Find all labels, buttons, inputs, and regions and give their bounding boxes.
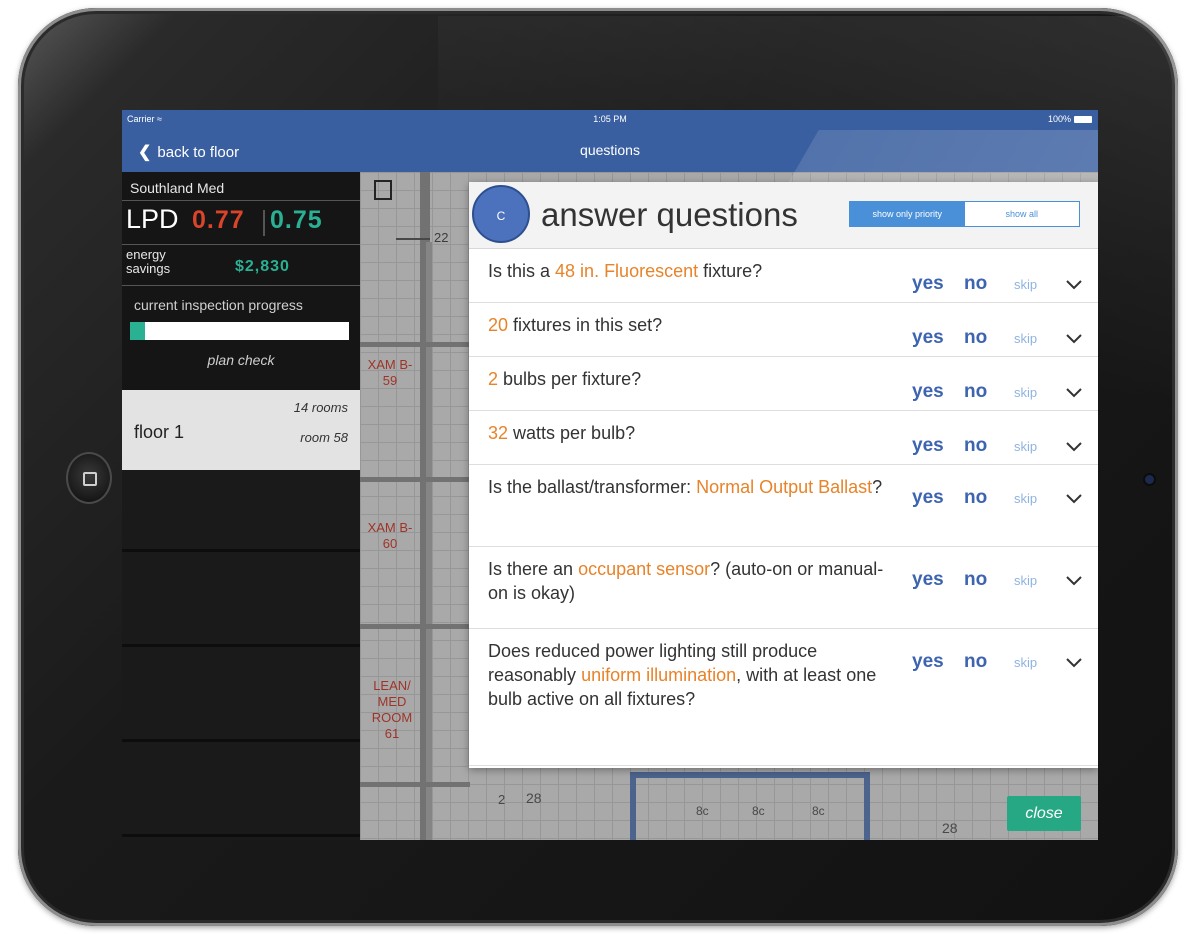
- question-text: Does reduced power lighting still produc…: [488, 639, 898, 711]
- home-button[interactable]: [66, 452, 112, 504]
- sidebar: Southland Med LPD 0.77 0.75 energy savin…: [122, 172, 360, 840]
- questions-panel: C answer questions show only priority sh…: [469, 182, 1098, 768]
- battery-icon: [1074, 115, 1092, 123]
- panel-title: answer questions: [541, 196, 798, 233]
- progress-label: current inspection progress: [134, 297, 303, 313]
- question-row: 2 bulbs per fixture? yes no skip: [469, 357, 1098, 411]
- current-room: room 58: [300, 430, 348, 445]
- question-text: Is this a 48 in. Fluorescent fixture?: [488, 259, 898, 283]
- answer-skip-button[interactable]: skip: [1014, 491, 1037, 506]
- energy-savings-label: energy savings: [126, 247, 171, 276]
- chevron-down-icon[interactable]: [1065, 571, 1083, 589]
- lpd-current-value: 0.77: [192, 206, 245, 234]
- answer-no-button[interactable]: no: [964, 487, 987, 509]
- question-row: Is this a 48 in. Fluorescent fixture? yes…: [469, 249, 1098, 303]
- answer-yes-button[interactable]: yes: [912, 381, 944, 403]
- app-screen: 22 XAM B- 59 XAM B- 60 LEAN/ MED ROOM 61…: [122, 110, 1098, 840]
- inspection-progress-bar: [130, 322, 349, 340]
- answer-skip-button[interactable]: skip: [1014, 331, 1037, 346]
- answer-yes-button[interactable]: yes: [912, 273, 944, 295]
- chevron-down-icon[interactable]: [1065, 275, 1083, 293]
- question-fragment: Is the ballast/transformer:: [488, 477, 697, 497]
- filter-all-button[interactable]: show all: [964, 202, 1079, 226]
- question-fragment: fixtures in this set?: [508, 315, 663, 335]
- home-square-icon: [83, 472, 97, 486]
- chevron-down-icon[interactable]: [1065, 437, 1083, 455]
- filter-toggle: show only priority show all: [849, 201, 1080, 227]
- answer-skip-button[interactable]: skip: [1014, 277, 1037, 292]
- energy-savings-value: $2,830: [235, 258, 290, 275]
- close-button[interactable]: close: [1007, 796, 1081, 831]
- camera-icon: [1145, 475, 1154, 484]
- divider: [263, 210, 265, 236]
- question-row: Is there an occupant sensor? (auto-on or…: [469, 547, 1098, 629]
- question-fragment: bulbs per fixture?: [498, 369, 642, 389]
- filter-priority-button[interactable]: show only priority: [850, 202, 965, 226]
- chevron-down-icon[interactable]: [1065, 653, 1083, 671]
- answer-no-button[interactable]: no: [964, 273, 987, 295]
- floor-card[interactable]: floor 1 14 rooms room 58: [122, 390, 360, 470]
- panel-header: C answer questions show only priority sh…: [469, 182, 1098, 249]
- answer-no-button[interactable]: no: [964, 651, 987, 673]
- category-badge: C: [472, 185, 530, 243]
- question-text: Is there an occupant sensor? (auto-on or…: [488, 557, 898, 605]
- answer-yes-button[interactable]: yes: [912, 569, 944, 591]
- summary-panel: Southland Med LPD 0.77 0.75 energy savin…: [122, 172, 360, 390]
- answer-yes-button[interactable]: yes: [912, 487, 944, 509]
- question-text: 32 watts per bulb?: [488, 421, 898, 445]
- battery-percent: 100%: [1047, 114, 1071, 124]
- question-row: Is the ballast/transformer: Normal Outpu…: [469, 465, 1098, 547]
- chevron-down-icon[interactable]: [1065, 489, 1083, 507]
- answer-skip-button[interactable]: skip: [1014, 439, 1037, 454]
- lpd-label: LPD: [126, 204, 179, 234]
- question-row: 32 watts per bulb? yes no skip: [469, 411, 1098, 465]
- question-list: Is this a 48 in. Fluorescent fixture? yes…: [469, 249, 1098, 766]
- answer-yes-button[interactable]: yes: [912, 435, 944, 457]
- answer-no-button[interactable]: no: [964, 381, 987, 403]
- answer-yes-button[interactable]: yes: [912, 327, 944, 349]
- answer-no-button[interactable]: no: [964, 435, 987, 457]
- facility-name: Southland Med: [130, 180, 225, 196]
- battery-indicator: 100%: [1048, 114, 1092, 124]
- question-fragment: watts per bulb?: [508, 423, 636, 443]
- answer-skip-button[interactable]: skip: [1014, 573, 1037, 588]
- question-fragment: fixture?: [698, 261, 763, 281]
- chevron-down-icon[interactable]: [1065, 329, 1083, 347]
- status-bar: Carrier ≈ 1:05 PM 100%: [122, 110, 1098, 130]
- nav-title: questions: [580, 142, 640, 158]
- nav-bar: ❮ back to floor questions: [122, 130, 1098, 192]
- floor-name: floor 1: [134, 422, 185, 442]
- chevron-down-icon[interactable]: [1065, 383, 1083, 401]
- question-highlight: 48 in. Fluorescent: [555, 261, 699, 281]
- question-text: 20 fixtures in this set?: [488, 313, 898, 337]
- question-row: 20 fixtures in this set? yes no skip: [469, 303, 1098, 357]
- question-highlight: 32: [488, 423, 509, 443]
- lpd-new-value: 0.75: [270, 206, 323, 234]
- question-fragment: ?: [872, 477, 883, 497]
- status-time: 1:05 PM: [593, 114, 627, 124]
- question-highlight: Normal Output Ballast: [696, 477, 873, 497]
- question-text: Is the ballast/transformer: Normal Outpu…: [488, 475, 898, 499]
- plan-check-link[interactable]: plan check: [122, 352, 360, 368]
- answer-skip-button[interactable]: skip: [1014, 655, 1037, 670]
- question-highlight: 20: [488, 315, 509, 335]
- answer-no-button[interactable]: no: [964, 569, 987, 591]
- progress-fill: [130, 322, 146, 340]
- divider: [122, 200, 360, 201]
- question-highlight: 2: [488, 369, 499, 389]
- rooms-count: 14 rooms: [293, 400, 348, 415]
- answer-no-button[interactable]: no: [964, 327, 987, 349]
- answer-yes-button[interactable]: yes: [912, 651, 944, 673]
- question-row: Does reduced power lighting still produc…: [469, 629, 1098, 766]
- question-fragment: Is this a: [488, 261, 556, 281]
- divider: [122, 244, 360, 245]
- question-fragment: Is there an: [488, 559, 579, 579]
- question-text: 2 bulbs per fixture?: [488, 367, 898, 391]
- answer-skip-button[interactable]: skip: [1014, 385, 1037, 400]
- question-highlight: occupant sensor: [578, 559, 711, 579]
- question-highlight: uniform illumination: [581, 665, 737, 685]
- divider: [122, 285, 360, 286]
